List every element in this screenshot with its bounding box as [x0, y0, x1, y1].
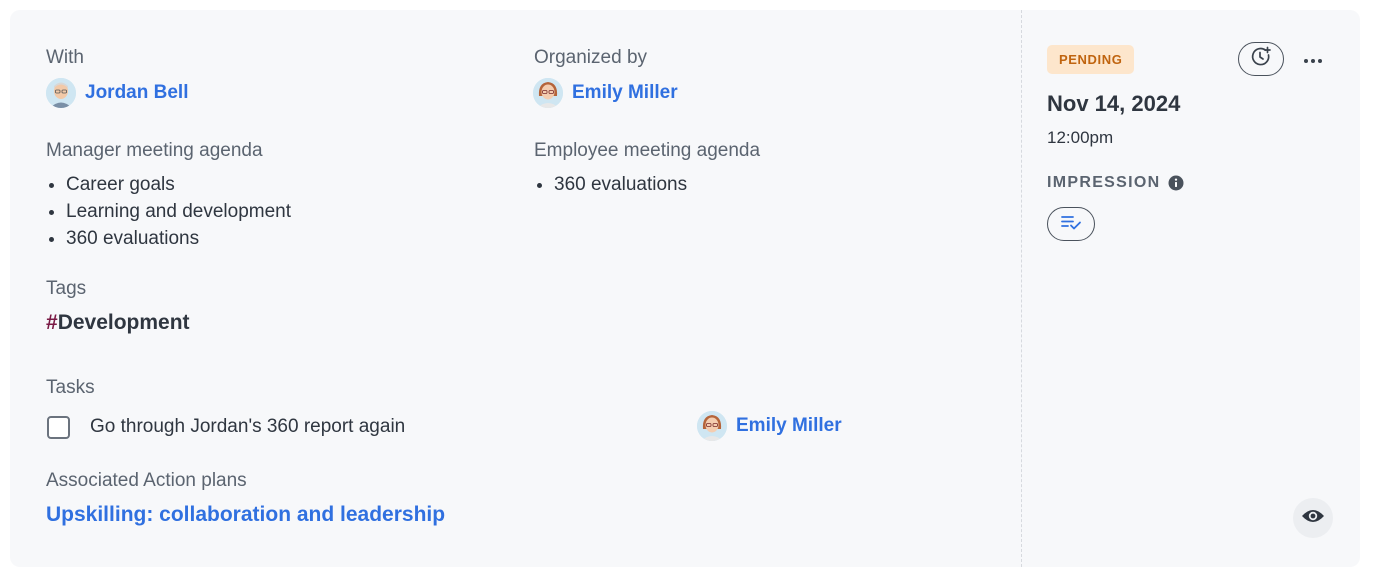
- impression-label: IMPRESSION: [1047, 174, 1161, 191]
- meeting-time: 12:00pm: [1047, 128, 1114, 147]
- tags-label: Tags: [46, 278, 87, 299]
- info-icon[interactable]: [1168, 175, 1184, 191]
- list-item: Learning and development: [46, 198, 291, 225]
- task-text: Go through Jordan's 360 report again: [90, 416, 406, 437]
- task-checkbox[interactable]: [47, 415, 70, 439]
- action-plans-label: Associated Action plans: [46, 470, 247, 491]
- meeting-details: With Jordan Bell Organized by Emily Mill…: [10, 10, 1021, 567]
- avatar: [533, 78, 563, 108]
- view-button[interactable]: [1293, 498, 1333, 538]
- organized-by-label: Organized by: [534, 47, 648, 68]
- with-person[interactable]: Jordan Bell: [46, 78, 188, 108]
- clock-plus-icon: [1250, 46, 1272, 73]
- manager-agenda-label: Manager meeting agenda: [46, 140, 263, 161]
- avatar: [697, 411, 727, 441]
- with-label: With: [46, 47, 84, 68]
- more-dots-icon: [1303, 51, 1323, 69]
- task-row: Go through Jordan's 360 report again: [47, 415, 405, 439]
- organizer-name[interactable]: Emily Miller: [572, 81, 678, 105]
- manager-agenda-list: Career goals Learning and development 36…: [46, 171, 291, 252]
- tag-hash: #: [46, 311, 58, 334]
- list-item: Career goals: [46, 171, 291, 198]
- status-badge: PENDING: [1047, 45, 1135, 74]
- meeting-card: With Jordan Bell Organized by Emily Mill…: [10, 10, 1360, 567]
- action-plan-link[interactable]: Upskilling: collaboration and leadership: [46, 502, 445, 528]
- with-person-name[interactable]: Jordan Bell: [85, 81, 188, 105]
- tag-name: Development: [57, 311, 190, 334]
- tasks-label: Tasks: [46, 377, 95, 398]
- avatar: [46, 78, 76, 108]
- meeting-date: Nov 14, 2024: [1047, 91, 1181, 116]
- organizer[interactable]: Emily Miller: [533, 78, 678, 108]
- meeting-sidebar: PENDING Nov 14, 2024 12:00pm IMPRESSION: [1021, 10, 1361, 567]
- impression-button[interactable]: [1047, 207, 1095, 241]
- impression-header: IMPRESSION: [1047, 172, 1184, 194]
- task-assignee[interactable]: Emily Miller: [697, 411, 842, 441]
- tag-development[interactable]: #Development: [46, 310, 190, 336]
- list-item: 360 evaluations: [534, 171, 687, 198]
- more-button[interactable]: [1298, 48, 1328, 72]
- list-check-icon: [1060, 213, 1082, 236]
- list-item: 360 evaluations: [46, 225, 291, 252]
- eye-icon: [1301, 508, 1325, 529]
- employee-agenda-label: Employee meeting agenda: [534, 140, 761, 161]
- employee-agenda-list: 360 evaluations: [534, 171, 687, 198]
- task-assignee-name[interactable]: Emily Miller: [736, 414, 842, 438]
- reschedule-button[interactable]: [1238, 42, 1284, 76]
